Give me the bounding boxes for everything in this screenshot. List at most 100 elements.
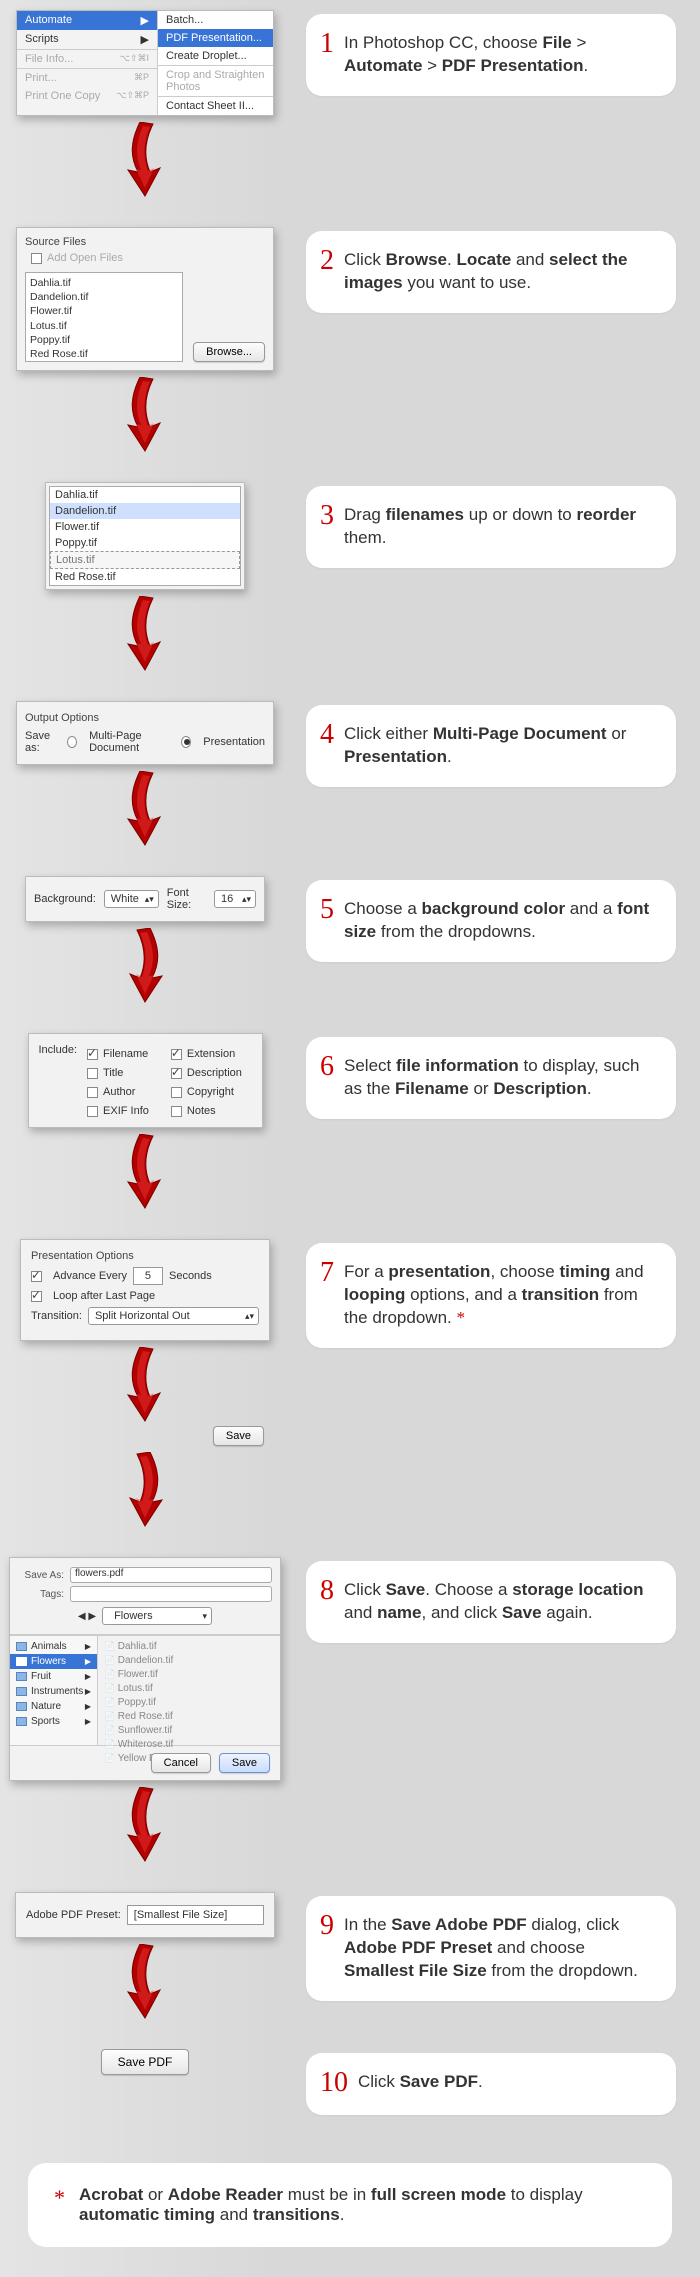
list-item[interactable]: Flower.tif xyxy=(30,304,178,318)
menu-item[interactable]: Scripts▶ xyxy=(17,30,157,49)
list-item[interactable]: Dahlia.tif xyxy=(104,1640,274,1654)
step-4-callout: 4 Click either Multi-Page Document or Pr… xyxy=(306,705,676,787)
cancel-button[interactable]: Cancel xyxy=(151,1753,211,1773)
include-panel: Include: Filename Extension Title Descripti… xyxy=(28,1033,263,1128)
list-item[interactable]: Dandelion.tif xyxy=(30,290,178,304)
presentation-radio[interactable] xyxy=(181,736,191,748)
checkbox[interactable] xyxy=(87,1106,98,1117)
step-text: Click either Multi-Page Document or Pres… xyxy=(344,723,656,769)
sidebar-item[interactable]: Animals▶ xyxy=(10,1639,97,1654)
step-text: In Photoshop CC, choose File > Automate … xyxy=(344,32,656,78)
source-files-title: Source Files xyxy=(25,236,265,248)
sidebar-item[interactable]: Sports▶ xyxy=(10,1714,97,1729)
include-option[interactable]: Author xyxy=(87,1086,149,1098)
advance-every-label: Advance Every xyxy=(53,1270,127,1282)
list-item[interactable]: Flower.tif xyxy=(104,1668,274,1682)
multi-page-radio[interactable] xyxy=(67,736,77,748)
checkbox[interactable] xyxy=(171,1087,182,1098)
checkbox[interactable] xyxy=(171,1049,182,1060)
list-item[interactable]: Dahlia.tif xyxy=(30,276,178,290)
sidebar-item[interactable]: Flowers▶ xyxy=(10,1654,97,1669)
save-pdf-button[interactable]: Save PDF xyxy=(101,2049,190,2075)
pdf-preset-label: Adobe PDF Preset: xyxy=(26,1909,121,1921)
include-option[interactable]: Description xyxy=(171,1067,242,1079)
font-size-label: Font Size: xyxy=(167,887,206,911)
arrow-icon xyxy=(120,122,170,197)
checkbox[interactable] xyxy=(87,1087,98,1098)
list-item[interactable]: Sunflower.tif xyxy=(104,1724,274,1738)
list-item[interactable]: Dandelion.tif xyxy=(104,1654,274,1668)
save-dialog: Save As: flowers.pdf Tags: ◀ ▶ Flowers▾ … xyxy=(9,1557,281,1781)
list-item[interactable]: Flower.tif xyxy=(50,519,240,535)
save-as-label: Save as: xyxy=(25,730,59,754)
pdf-preset-dropdown[interactable]: [Smallest File Size] xyxy=(127,1905,264,1925)
advance-every-checkbox[interactable] xyxy=(31,1271,42,1282)
source-files-list[interactable]: Dahlia.tifDandelion.tifFlower.tifLotus.t… xyxy=(25,272,183,362)
menu-item[interactable]: Contact Sheet II... xyxy=(158,96,273,115)
list-item[interactable]: Poppy.tif xyxy=(30,333,178,347)
menu-item[interactable]: Create Droplet... xyxy=(158,47,273,65)
list-item[interactable]: Dandelion.tif xyxy=(50,503,240,519)
browse-button[interactable]: Browse... xyxy=(193,342,265,362)
sidebar-item[interactable]: Instruments▶ xyxy=(10,1684,97,1699)
list-item[interactable]: Red Rose.tif xyxy=(50,569,240,585)
list-item[interactable]: Whiterose.tif xyxy=(104,1738,274,1752)
checkbox[interactable] xyxy=(171,1068,182,1079)
save-button[interactable]: Save xyxy=(213,1426,264,1446)
step-9-callout: 9 In the Save Adobe PDF dialog, click Ad… xyxy=(306,1896,676,2001)
menu-item[interactable]: PDF Presentation... xyxy=(158,29,273,47)
save-button[interactable]: Save xyxy=(219,1753,270,1773)
menu-item[interactable]: Crop and Straighten Photos xyxy=(158,65,273,96)
include-option[interactable]: Copyright xyxy=(171,1086,242,1098)
folder-sidebar[interactable]: Animals▶Flowers▶Fruit▶Instruments▶Nature… xyxy=(10,1636,98,1745)
location-dropdown[interactable]: Flowers▾ xyxy=(102,1607,212,1625)
menu-item[interactable]: Print...⌘P xyxy=(17,68,157,87)
list-item[interactable]: Lotus.tif xyxy=(104,1682,274,1696)
step-number: 8 xyxy=(320,1577,334,1605)
sidebar-item[interactable]: Nature▶ xyxy=(10,1699,97,1714)
menu-item[interactable]: Print One Copy⌥⇧⌘P xyxy=(17,87,157,105)
list-item[interactable]: Lotus.tif xyxy=(50,551,240,569)
list-item[interactable]: Poppy.tif xyxy=(50,535,240,551)
include-option[interactable]: Extension xyxy=(171,1048,242,1060)
transition-dropdown[interactable]: Split Horizontal Out▴▾ xyxy=(88,1307,259,1325)
file-list[interactable]: Dahlia.tifDandelion.tifFlower.tifLotus.t… xyxy=(98,1636,280,1745)
checkbox[interactable] xyxy=(87,1068,98,1079)
step-text: Choose a background color and a font siz… xyxy=(344,898,656,944)
add-open-files-checkbox[interactable] xyxy=(31,253,42,264)
step-5-callout: 5 Choose a background color and a font s… xyxy=(306,880,676,962)
menu-item[interactable]: Batch... xyxy=(158,11,273,29)
include-option[interactable]: Notes xyxy=(171,1105,242,1117)
list-item[interactable]: Lotus.tif xyxy=(30,319,178,333)
save-as-input[interactable]: flowers.pdf xyxy=(70,1567,272,1583)
checkbox[interactable] xyxy=(87,1049,98,1060)
background-dropdown[interactable]: White▴▾ xyxy=(104,890,159,908)
loop-label: Loop after Last Page xyxy=(53,1290,155,1302)
sidebar-item[interactable]: Fruit▶ xyxy=(10,1669,97,1684)
arrow-icon xyxy=(120,1787,170,1862)
step-7-callout: 7 For a presentation, choose timing and … xyxy=(306,1243,676,1348)
font-size-dropdown[interactable]: 16▴▾ xyxy=(214,890,256,908)
include-option[interactable]: EXIF Info xyxy=(87,1105,149,1117)
list-item[interactable]: Poppy.tif xyxy=(104,1696,274,1710)
reorder-list-panel: Dahlia.tifDandelion.tifFlower.tifPoppy.t… xyxy=(45,482,245,590)
list-item[interactable]: Red Rose.tif xyxy=(30,347,178,361)
include-option[interactable]: Title xyxy=(87,1067,149,1079)
include-option[interactable]: Filename xyxy=(87,1048,149,1060)
step-text: For a presentation, choose timing and lo… xyxy=(344,1261,656,1330)
loop-checkbox[interactable] xyxy=(31,1291,42,1302)
tags-input[interactable] xyxy=(70,1586,272,1602)
include-label: Include: xyxy=(39,1044,78,1117)
menu-item[interactable]: File Info...⌥⇧⌘I xyxy=(17,49,157,68)
advance-seconds-input[interactable]: 5 xyxy=(133,1267,163,1285)
step-number: 2 xyxy=(320,247,334,275)
arrow-icon xyxy=(120,1452,170,1527)
list-item[interactable]: Dahlia.tif xyxy=(50,487,240,503)
presentation-options-title: Presentation Options xyxy=(31,1250,259,1262)
step-6-callout: 6 Select file information to display, su… xyxy=(306,1037,676,1119)
pdf-preset-panel: Adobe PDF Preset: [Smallest File Size] xyxy=(15,1892,275,1938)
reorder-list[interactable]: Dahlia.tifDandelion.tifFlower.tifPoppy.t… xyxy=(49,486,241,586)
list-item[interactable]: Red Rose.tif xyxy=(104,1710,274,1724)
menu-item[interactable]: Automate▶ xyxy=(17,11,157,30)
checkbox[interactable] xyxy=(171,1106,182,1117)
